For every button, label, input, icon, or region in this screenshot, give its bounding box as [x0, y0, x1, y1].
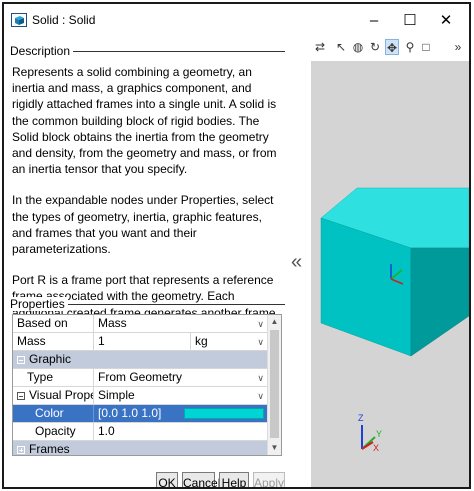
triad-z-label: Z: [358, 413, 364, 423]
apply-button[interactable]: Apply: [253, 472, 285, 487]
group-header: Graphic: [13, 351, 268, 368]
scroll-down-icon[interactable]: ▼: [268, 441, 281, 455]
chevron-down-icon[interactable]: ∨: [257, 334, 264, 350]
expand-node-icon[interactable]: [17, 446, 25, 454]
collapse-panel-icon[interactable]: «: [291, 251, 302, 274]
color-value-text: [0.0 1.0 1.0]: [98, 406, 162, 420]
rotate-icon[interactable]: ↻: [368, 39, 382, 55]
maximize-icon: ☐: [403, 12, 417, 29]
property-name: Based on: [13, 315, 94, 332]
zoom-icon[interactable]: ⚲: [403, 39, 417, 55]
more-tools-icon[interactable]: »: [451, 39, 465, 55]
property-name: Type: [13, 369, 94, 386]
window-title: Solid : Solid: [32, 13, 96, 27]
property-row-mass[interactable]: Mass 1 kg ∨: [13, 333, 268, 351]
solid-dialog-window: Solid : Solid – ☐ ✕ Description Represen…: [2, 2, 471, 489]
property-name: Visual Prope...: [29, 388, 93, 402]
property-row-type[interactable]: Type From Geometry ∨: [13, 369, 268, 387]
type-select[interactable]: From Geometry ∨: [94, 369, 268, 386]
scene-canvas: Z Y X: [320, 187, 469, 453]
chevron-down-icon[interactable]: ∨: [257, 370, 264, 386]
color-swatch[interactable]: [184, 408, 264, 419]
minimize-button[interactable]: –: [356, 8, 392, 32]
description-paragraph: Represents a solid combining a geometry,…: [12, 65, 277, 177]
description-paragraph: In the expandable nodes under Properties…: [12, 193, 274, 257]
chevron-down-icon[interactable]: ∨: [257, 388, 264, 404]
minimize-icon: –: [369, 11, 379, 29]
property-row-color[interactable]: Color [0.0 1.0 1.0]: [13, 405, 268, 423]
help-button[interactable]: Help: [219, 472, 249, 487]
3d-viewport[interactable]: Z Y X: [311, 61, 469, 487]
property-value: Simple: [98, 388, 135, 402]
maximize-button[interactable]: ☐: [392, 8, 428, 32]
property-value: From Geometry: [98, 370, 183, 384]
description-label: Description: [10, 44, 74, 58]
unit-value: kg: [195, 334, 208, 348]
property-name-cell: Visual Prope...: [13, 387, 94, 404]
triad-x-label: X: [373, 443, 379, 453]
property-grid-scrollbar[interactable]: ▲ ▼: [267, 315, 281, 455]
group-label: Frames: [29, 442, 70, 456]
ok-button[interactable]: OK: [156, 472, 178, 487]
group-header: Frames: [13, 441, 268, 456]
mass-input[interactable]: 1: [94, 333, 191, 350]
triad-y-label: Y: [376, 429, 382, 439]
parameters-panel: Description Represents a solid combining…: [4, 36, 289, 487]
swap-view-icon[interactable]: ⇄: [313, 39, 327, 55]
group-label: Graphic: [29, 352, 72, 366]
property-name: Color: [13, 405, 94, 422]
property-row-opacity[interactable]: Opacity 1.0: [13, 423, 268, 441]
property-row-visual-properties[interactable]: Visual Prope... Simple ∨: [13, 387, 268, 405]
visual-properties-select[interactable]: Simple ∨: [94, 387, 268, 404]
color-value[interactable]: [0.0 1.0 1.0]: [94, 405, 268, 422]
properties-label: Properties: [10, 297, 68, 311]
zoom-box-icon[interactable]: □: [419, 39, 433, 55]
based-on-select[interactable]: Mass ∨: [94, 315, 268, 332]
viewer-toolbar: ⇄ ↖ ◍ ↻ ✥ ⚲ □ »: [311, 36, 469, 60]
collapse-node-icon[interactable]: [17, 392, 25, 400]
close-button[interactable]: ✕: [428, 8, 464, 32]
property-group-frames[interactable]: Frames: [13, 441, 268, 456]
cancel-button[interactable]: Cancel: [182, 472, 220, 487]
orbit-icon[interactable]: ◍: [351, 39, 365, 55]
property-name: Opacity: [13, 423, 94, 440]
chevron-down-icon[interactable]: ∨: [257, 316, 264, 332]
scrollbar-thumb[interactable]: [270, 330, 279, 438]
property-value: Mass: [98, 316, 127, 330]
property-name: Mass: [13, 333, 94, 350]
panel-divider: «: [289, 36, 311, 487]
close-icon: ✕: [439, 12, 453, 29]
scroll-up-icon[interactable]: ▲: [268, 315, 281, 329]
solid-block-icon: [11, 13, 27, 27]
title-bar[interactable]: Solid : Solid – ☐ ✕: [4, 4, 469, 36]
property-group-graphic[interactable]: Graphic: [13, 351, 268, 369]
solid-side-face: [410, 247, 469, 357]
pan-icon[interactable]: ✥: [385, 39, 399, 55]
property-row-based-on[interactable]: Based on Mass ∨: [13, 315, 268, 333]
opacity-input[interactable]: 1.0: [94, 423, 268, 440]
mass-unit-select[interactable]: kg ∨: [191, 333, 268, 350]
collapse-node-icon[interactable]: [17, 356, 25, 364]
property-grid[interactable]: Based on Mass ∨ Mass 1 kg ∨ Graphic Type…: [12, 314, 282, 456]
select-pointer-icon[interactable]: ↖: [334, 39, 348, 55]
